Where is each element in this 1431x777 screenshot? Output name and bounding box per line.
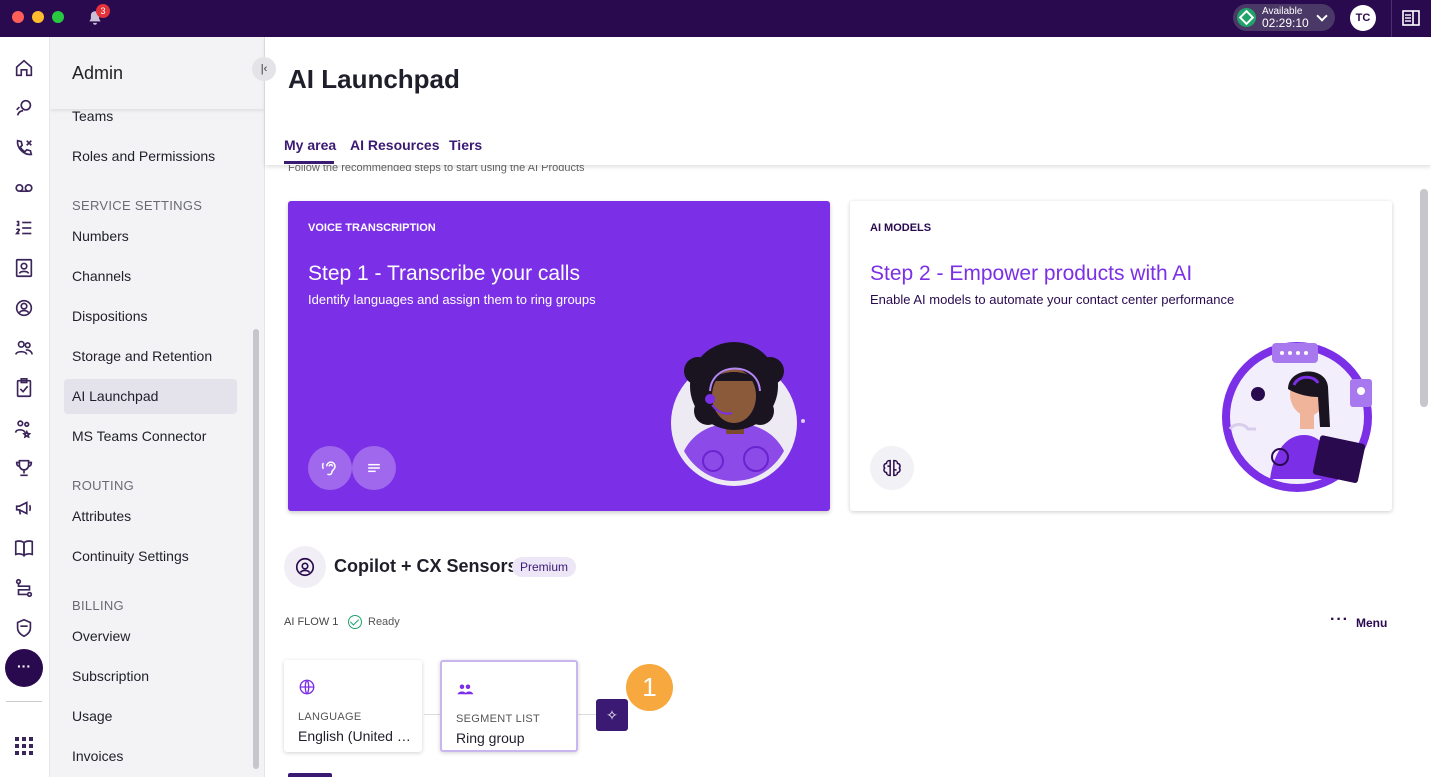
skills-icon[interactable] xyxy=(13,417,35,439)
sidebar-item-dispositions[interactable]: Dispositions xyxy=(64,299,237,334)
user-avatar[interactable]: TC xyxy=(1350,5,1376,31)
calls-icon[interactable] xyxy=(13,137,35,159)
card-kicker: AI MODELS xyxy=(870,222,932,234)
premium-badge: Premium xyxy=(512,557,577,577)
agent-status-dropdown[interactable]: Available 02:29:10 xyxy=(1233,4,1335,31)
tab-ai-resources[interactable]: AI Resources xyxy=(350,137,439,153)
more-icon[interactable]: ··· xyxy=(5,649,43,687)
ear-listen-icon[interactable] xyxy=(308,446,352,490)
admin-sidebar: Admin Teams Roles and Permissions SERVIC… xyxy=(50,37,265,777)
conversations-icon[interactable] xyxy=(13,97,35,119)
voice-transcription-card[interactable]: VOICE TRANSCRIPTION Step 1 - Transcribe … xyxy=(288,201,830,511)
flow-status: Ready xyxy=(368,616,400,628)
tasks-icon[interactable] xyxy=(13,377,35,399)
available-status-icon xyxy=(1237,8,1256,27)
sidebar-item-roles-and-permissions[interactable]: Roles and Permissions xyxy=(64,139,237,174)
tab-my-area[interactable]: My area xyxy=(284,137,336,153)
chevron-down-icon xyxy=(1316,10,1328,22)
sidebar-item-channels[interactable]: Channels xyxy=(64,259,237,294)
node-value: English (United States) xyxy=(298,728,412,744)
home-icon[interactable] xyxy=(13,57,35,79)
contacts-icon[interactable] xyxy=(13,257,35,279)
notification-count-badge: 3 xyxy=(96,4,110,18)
titlebar-divider xyxy=(1391,0,1392,37)
next-section-peek xyxy=(288,773,332,777)
step-number-badge: 1 xyxy=(626,664,673,711)
more-dots-icon[interactable]: ··· xyxy=(1330,611,1349,629)
agent-icon[interactable] xyxy=(13,297,35,319)
card-kicker: VOICE TRANSCRIPTION xyxy=(308,222,436,234)
title-bar: 3 Available 02:29:10 TC xyxy=(0,0,1431,37)
sparkle-add-node-icon[interactable]: ✧ xyxy=(596,699,628,731)
globe-icon xyxy=(298,678,316,696)
ai-models-card[interactable]: AI MODELS Step 2 - Empower products with… xyxy=(850,201,1392,511)
node-value: Ring group xyxy=(456,730,525,746)
sidebar-item-continuity-settings[interactable]: Continuity Settings xyxy=(64,539,237,574)
sidebar-title: Admin xyxy=(72,63,124,83)
node-label: SEGMENT LIST xyxy=(456,713,541,725)
sidebar-item-ai-launchpad[interactable]: AI Launchpad xyxy=(64,379,237,414)
trophy-icon[interactable] xyxy=(13,457,35,479)
ai-agent-illustration xyxy=(1222,342,1372,492)
page-title: AI Launchpad xyxy=(288,64,460,94)
sidebar-heading-billing: BILLING xyxy=(72,598,124,613)
sidebar-item-invoices[interactable]: Invoices xyxy=(64,739,237,774)
tab-tiers[interactable]: Tiers xyxy=(449,137,482,153)
maximize-window-button[interactable] xyxy=(52,11,64,23)
sidebar-item-ms-teams-connector[interactable]: MS Teams Connector xyxy=(64,419,237,454)
segment-list-node[interactable]: SEGMENT LIST Ring group xyxy=(440,660,578,752)
main-scrollbar[interactable] xyxy=(1420,189,1428,407)
queue-icon[interactable] xyxy=(13,217,35,239)
ai-flow-label: AI FLOW 1 xyxy=(284,616,339,628)
sidebar-heading-routing: ROUTING xyxy=(72,478,135,493)
collapse-sidebar-icon[interactable]: |‹ xyxy=(252,57,276,81)
apps-grid-icon[interactable] xyxy=(15,737,33,755)
knowledge-icon[interactable] xyxy=(13,537,35,559)
navigation-rail: ··· xyxy=(0,37,50,777)
sidebar-item-subscription[interactable]: Subscription xyxy=(64,659,237,694)
status-timer: 02:29:10 xyxy=(1262,16,1309,30)
people-icon xyxy=(456,680,474,698)
ready-check-icon xyxy=(348,615,362,629)
shield-icon[interactable] xyxy=(13,617,35,639)
sidebar-item-usage[interactable]: Usage xyxy=(64,699,237,734)
minimize-window-button[interactable] xyxy=(32,11,44,23)
copilot-sensor-icon xyxy=(284,546,326,588)
flows-icon[interactable] xyxy=(13,577,35,599)
active-tab-indicator xyxy=(284,161,334,164)
agent-headset-illustration xyxy=(671,342,805,486)
sidebar-item-overview[interactable]: Overview xyxy=(64,619,237,654)
card-description: Identify languages and assign them to ri… xyxy=(308,292,596,307)
sidebar-item-storage-and-retention[interactable]: Storage and Retention xyxy=(64,339,237,374)
rail-divider xyxy=(6,701,42,702)
campaigns-icon[interactable] xyxy=(13,497,35,519)
page-header: AI Launchpad My area AI Resources Tiers xyxy=(265,37,1431,165)
brain-icon[interactable] xyxy=(870,446,914,490)
language-node[interactable]: LANGUAGE English (United States) xyxy=(284,660,422,752)
team-icon[interactable] xyxy=(13,337,35,359)
card-heading: Step 2 - Empower products with AI xyxy=(870,262,1193,285)
side-panel-toggle-icon[interactable] xyxy=(1402,10,1420,26)
card-description: Enable AI models to automate your contac… xyxy=(870,292,1235,307)
transcript-lines-icon[interactable] xyxy=(352,446,396,490)
card-heading: Step 1 - Transcribe your calls xyxy=(308,262,580,285)
close-window-button[interactable] xyxy=(12,11,24,23)
sidebar-header: Admin xyxy=(50,37,264,109)
voicemail-icon[interactable] xyxy=(13,177,35,199)
flow-menu-button[interactable]: Menu xyxy=(1356,616,1387,630)
node-label: LANGUAGE xyxy=(298,711,362,723)
copilot-section-title: Copilot + CX Sensors xyxy=(334,556,518,576)
sidebar-item-numbers[interactable]: Numbers xyxy=(64,219,237,254)
sidebar-heading-service-settings: SERVICE SETTINGS xyxy=(72,198,203,213)
sidebar-item-attributes[interactable]: Attributes xyxy=(64,499,237,534)
sidebar-scrollbar[interactable] xyxy=(253,329,259,769)
